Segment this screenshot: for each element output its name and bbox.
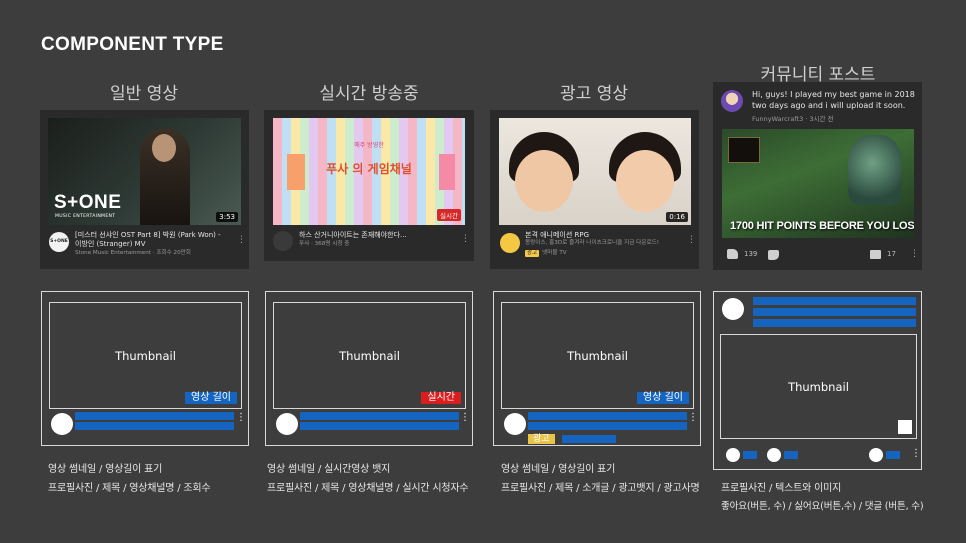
dislike-button[interactable] xyxy=(768,250,779,260)
post-author[interactable]: FunnyWarcraft3 · 3시간 전 xyxy=(752,113,834,123)
video-desc: 몽랑이스, 홍3D로 즐겨라 나이츠크로니클 지금 다운로드! xyxy=(525,240,659,246)
wf-thumbnail-label: Thumbnail xyxy=(339,348,400,363)
ad-channel-line: 광고 넷마블 TV xyxy=(525,250,567,257)
col-title-live: 실시간 방송중 xyxy=(319,84,419,104)
desc-normal-line1: 영상 썸네일 / 영상길이 표기 xyxy=(48,464,163,475)
col-title-normal: 일반 영상 xyxy=(110,84,178,104)
more-menu-icon[interactable]: ⋮ xyxy=(687,236,696,245)
desc-live-line1: 영상 썸네일 / 실시간영상 뱃지 xyxy=(267,464,391,475)
video-thumbnail[interactable]: S+ONE MUSIC ENTERTAINMENT 3:53 xyxy=(48,118,241,225)
duration-badge: 3:53 xyxy=(216,212,238,222)
wf-live-badge: 실시간 xyxy=(421,392,461,404)
video-meta: Stone Music Entertainment · 조회수 20만회 xyxy=(75,250,191,256)
desc-community-line1: 프로필사진 / 텍스트와 이미지 xyxy=(721,483,842,494)
ad-channel: 넷마블 TV xyxy=(542,250,567,256)
wf-text-bar-1 xyxy=(753,297,916,305)
wf-comment-count-bar xyxy=(886,451,900,459)
wireframe-live: Thumbnail 실시간 ⋮ xyxy=(265,291,473,446)
desc-live-line2: 프로필사진 / 제목 / 영상채널명 / 실시간 시청자수 xyxy=(267,483,469,494)
wireframe-ad: Thumbnail 영상 길이 광고 ⋮ xyxy=(493,291,701,446)
wf-avatar xyxy=(51,413,73,435)
wf-duration-badge: 영상 길이 xyxy=(637,392,689,404)
example-card-ad[interactable]: 0:16 본격 애니메이션 RPG 몽랑이스, 홍3D로 즐겨라 나이츠크로니클… xyxy=(490,110,699,269)
thumb-face xyxy=(152,134,176,162)
author-avatar[interactable] xyxy=(721,90,743,112)
stone-logo: S+ONE xyxy=(54,192,122,213)
post-text: Hi, guys! I played my best game in 2018 … xyxy=(752,90,915,110)
wf-thumbnail: Thumbnail 실시간 xyxy=(273,302,466,409)
wf-thumbnail: Thumbnail xyxy=(720,334,917,439)
more-menu-icon[interactable]: ⋮ xyxy=(910,250,919,259)
wf-ad-channel-bar xyxy=(562,435,616,443)
minimap xyxy=(728,137,760,163)
ad-badge: 광고 xyxy=(525,250,540,257)
video-thumbnail[interactable]: 0:16 xyxy=(499,118,691,225)
stone-logo-sub: MUSIC ENTERTAINMENT xyxy=(55,214,116,219)
kid-left-face xyxy=(515,150,573,212)
like-count: 139 xyxy=(744,250,758,258)
wf-more-icon: ⋮ xyxy=(460,412,470,423)
wf-text-bar-2 xyxy=(753,308,916,316)
duration-badge: 0:16 xyxy=(666,212,688,222)
wf-title-bar xyxy=(528,412,687,420)
wireframe-community: Thumbnail ⋮ xyxy=(713,291,922,470)
example-card-live[interactable]: 매주 방영한 푸사 의 게임채널 실시간 하스 산거니아이트는 존재해야한다..… xyxy=(264,110,474,261)
wf-like-count-bar xyxy=(743,451,757,459)
comment-button[interactable] xyxy=(870,250,881,259)
channel-avatar[interactable] xyxy=(500,233,520,253)
example-card-community[interactable]: Hi, guys! I played my best game in 2018 … xyxy=(713,82,922,270)
more-menu-icon[interactable]: ⋮ xyxy=(461,235,470,244)
live-badge: 실시간 xyxy=(437,209,461,221)
wf-thumbnail-label: Thumbnail xyxy=(567,348,628,363)
wf-more-icon: ⋮ xyxy=(911,448,921,459)
video-meta: 푸사 · 368명 시청 중 xyxy=(299,241,350,247)
wf-meta-bar xyxy=(300,422,459,430)
desc-community-line2: 좋아요(버튼, 수) / 싫어요(버튼,수) / 댓글 (버튼, 수) xyxy=(721,501,924,512)
like-button[interactable] xyxy=(727,249,738,259)
wf-like-icon xyxy=(726,448,740,462)
banner-small-text: 매주 방영한 xyxy=(354,142,384,149)
video-title[interactable]: 본격 애니메이션 RPG xyxy=(525,231,675,240)
post-image[interactable]: 1700 HIT POINTS BEFORE YOU LOSE xyxy=(722,129,914,238)
channel-avatar[interactable]: S+ONE xyxy=(49,232,69,252)
more-menu-icon[interactable]: ⋮ xyxy=(237,236,246,245)
kid-right-face xyxy=(616,150,674,212)
channel-avatar[interactable] xyxy=(273,231,293,251)
wf-text-bar-3 xyxy=(753,319,916,327)
comment-count: 17 xyxy=(887,250,896,258)
wf-title-bar xyxy=(75,412,234,420)
wf-more-icon: ⋮ xyxy=(688,412,698,423)
wf-thumbnail: Thumbnail 영상 길이 xyxy=(501,302,694,409)
game-creature xyxy=(848,135,902,205)
wf-dislike-count-bar xyxy=(784,451,798,459)
wf-avatar xyxy=(504,413,526,435)
video-thumbnail[interactable]: 매주 방영한 푸사 의 게임채널 실시간 xyxy=(273,118,465,225)
wf-more-icon: ⋮ xyxy=(236,412,246,423)
wf-thumbnail-label: Thumbnail xyxy=(115,348,176,363)
wf-comment-icon xyxy=(869,448,883,462)
image-caption: 1700 HIT POINTS BEFORE YOU LOSE xyxy=(730,220,914,232)
desc-ad-line1: 영상 썸네일 / 영상길이 표기 xyxy=(501,464,616,475)
banner-main-text: 푸사 의 게임채널 xyxy=(326,162,412,176)
wf-avatar xyxy=(722,298,744,320)
wf-image-corner xyxy=(898,420,912,434)
wf-thumbnail-label: Thumbnail xyxy=(788,379,849,394)
video-title[interactable]: [미스터 선샤인 OST Part 8] 박원 (Park Won) - 이방인… xyxy=(75,231,225,248)
desc-ad-line2: 프로필사진 / 제목 / 소개글 / 광고뱃지 / 광고사명 xyxy=(501,483,700,494)
wf-duration-badge: 영상 길이 xyxy=(185,392,237,404)
wireframe-normal: Thumbnail 영상 길이 ⋮ xyxy=(41,291,249,446)
wf-thumbnail: Thumbnail 영상 길이 xyxy=(49,302,242,409)
wf-dislike-icon xyxy=(767,448,781,462)
wf-ad-tag: 광고 xyxy=(528,434,555,444)
video-title[interactable]: 하스 산거니아이트는 존재해야한다... xyxy=(299,231,449,240)
col-title-ad: 광고 영상 xyxy=(560,84,628,104)
wf-avatar xyxy=(276,413,298,435)
wf-title-bar xyxy=(300,412,459,420)
wf-meta-bar xyxy=(528,422,687,430)
example-card-normal[interactable]: S+ONE MUSIC ENTERTAINMENT 3:53 S+ONE [미스… xyxy=(40,110,249,269)
desc-normal-line2: 프로필사진 / 제목 / 영상채널명 / 조회수 xyxy=(48,483,211,494)
wf-meta-bar xyxy=(75,422,234,430)
page-title: COMPONENT TYPE xyxy=(41,34,224,55)
